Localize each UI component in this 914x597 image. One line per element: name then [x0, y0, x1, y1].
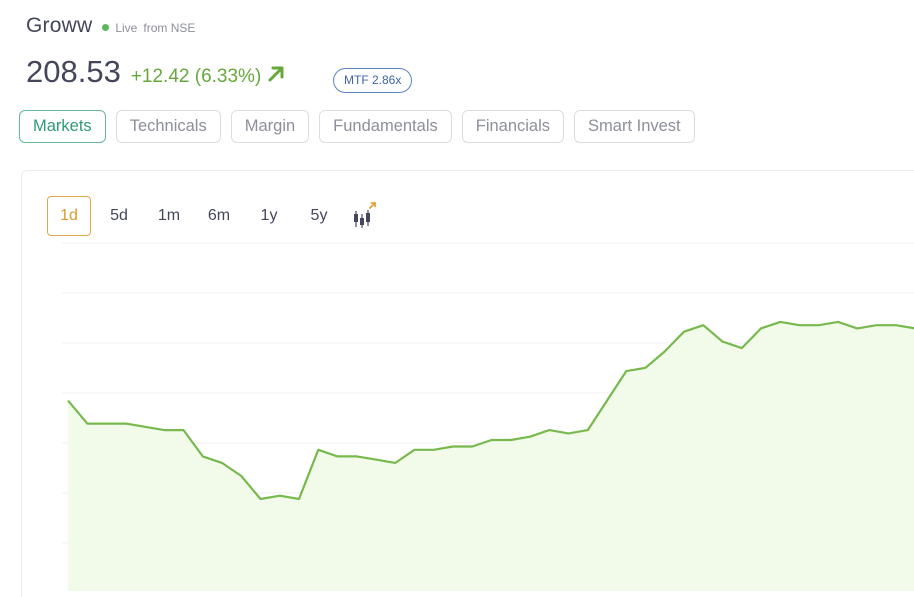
chart-point	[740, 346, 744, 350]
chart-point	[413, 448, 417, 452]
chart-point	[432, 448, 436, 452]
chart-point	[393, 461, 397, 465]
chart-point	[721, 340, 725, 344]
tab-financials[interactable]: Financials	[461, 110, 565, 143]
chart-point	[355, 454, 359, 458]
mtf-badge[interactable]: MTF 2.86x	[333, 68, 413, 93]
tab-markets[interactable]: Markets	[19, 110, 106, 143]
chart-point	[182, 428, 186, 432]
chart-point	[663, 349, 667, 353]
chart-point	[66, 399, 70, 403]
chart-point	[451, 445, 455, 449]
chart-point	[605, 399, 609, 403]
section-tabs: Markets Technicals Margin Fundamentals F…	[19, 110, 705, 143]
price-change: +12.42 (6.33%)	[130, 66, 262, 87]
price-row: 208. 53 +12.42 (6.33%)	[26, 54, 286, 90]
chart-point	[547, 428, 551, 432]
chart-point	[836, 320, 840, 324]
stock-name: Groww	[26, 14, 93, 37]
tab-technicals[interactable]: Technicals	[115, 110, 221, 143]
range-1d[interactable]: 1d	[47, 196, 91, 236]
chart-point	[894, 323, 898, 327]
chart-point	[336, 454, 340, 458]
chart-point	[701, 323, 705, 327]
chart-point	[586, 428, 590, 432]
chart-point	[759, 326, 763, 330]
chart-point	[259, 497, 263, 501]
range-6m[interactable]: 6m	[197, 196, 241, 236]
chart-point	[817, 323, 821, 327]
live-source: from NSE	[143, 20, 196, 35]
chart-point	[778, 320, 782, 324]
chart-point	[143, 425, 147, 429]
chart-point	[490, 438, 494, 442]
chart-point	[644, 366, 648, 370]
chart-point	[220, 461, 224, 465]
chart-point	[105, 422, 109, 426]
arrow-up-right-icon	[266, 64, 286, 84]
chart-point	[201, 454, 205, 458]
live-label: Live	[115, 20, 138, 35]
candlestick-chart-icon[interactable]	[347, 201, 377, 231]
chart-point	[316, 448, 320, 452]
chart-point	[798, 323, 802, 327]
chart-point	[239, 474, 243, 478]
chart-point	[682, 330, 686, 334]
live-status-dot	[102, 24, 110, 31]
chart-point	[875, 323, 879, 327]
chart-point	[278, 494, 282, 498]
range-1m[interactable]: 1m	[147, 196, 191, 236]
chart-point	[855, 326, 859, 330]
chart-point	[374, 458, 378, 462]
chart-point	[162, 428, 166, 432]
price-decimal: 53	[86, 54, 121, 89]
chart-point	[567, 431, 571, 435]
chart-point	[509, 438, 513, 442]
chart-point	[624, 369, 628, 373]
chart-point	[124, 422, 128, 426]
time-range-selector: 1d 5d 1m 6m 1y 5y	[47, 196, 377, 236]
chart-card: 1d 5d 1m 6m 1y 5y	[21, 170, 914, 597]
range-5y[interactable]: 5y	[297, 196, 341, 236]
stock-header: Groww Live from NSE	[26, 14, 195, 38]
chart-area-fill	[68, 321, 914, 591]
chart-point	[85, 422, 89, 426]
range-5d[interactable]: 5d	[97, 196, 141, 236]
chart-point	[528, 435, 532, 439]
range-1y[interactable]: 1y	[247, 196, 291, 236]
chart-point	[297, 497, 301, 501]
chart-point	[470, 445, 474, 449]
tab-smart-invest[interactable]: Smart Invest	[574, 110, 695, 143]
tab-fundamentals[interactable]: Fundamentals	[319, 110, 452, 143]
price-integer: 208.	[26, 54, 87, 89]
tab-margin[interactable]: Margin	[230, 110, 310, 143]
